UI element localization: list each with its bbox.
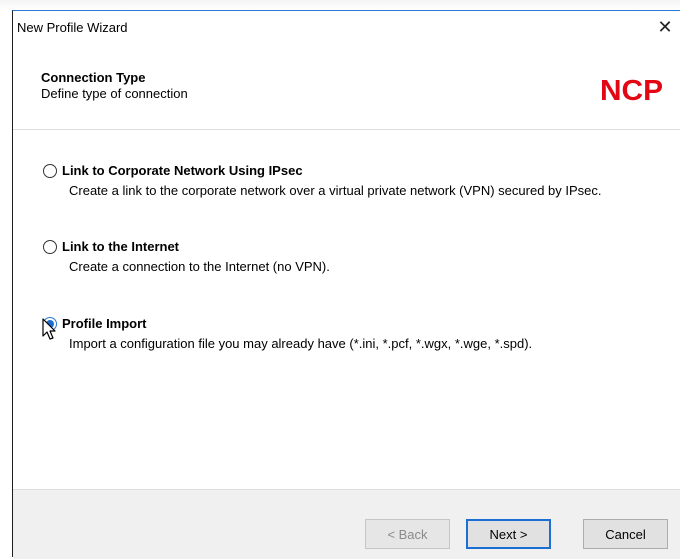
close-button[interactable]: ✕ (650, 11, 680, 43)
page-subtitle: Define type of connection (41, 86, 188, 101)
radio-corporate-network[interactable] (43, 164, 57, 178)
next-button[interactable]: Next > (466, 519, 551, 549)
option-description: Create a connection to the Internet (no … (69, 259, 330, 274)
close-icon: ✕ (657, 16, 673, 37)
logo-text: NCP (600, 75, 663, 103)
option-description: Create a link to the corporate network o… (69, 183, 602, 198)
wizard-header: Connection Type Define type of connectio… (13, 43, 680, 130)
option-label[interactable]: Link to Corporate Network Using IPsec (62, 163, 303, 178)
option-label[interactable]: Profile Import (62, 316, 147, 331)
window-title: New Profile Wizard (17, 20, 128, 35)
cancel-button[interactable]: Cancel (583, 519, 668, 549)
title-bar: New Profile Wizard ✕ (13, 11, 680, 43)
options-panel: Link to Corporate Network Using IPsec Cr… (13, 130, 680, 489)
mouse-cursor-icon (42, 318, 56, 340)
back-button[interactable]: < Back (365, 519, 450, 549)
option-description: Import a configuration file you may alre… (69, 336, 533, 351)
option-label[interactable]: Link to the Internet (62, 239, 179, 254)
page-title: Connection Type (41, 70, 146, 85)
radio-internet[interactable] (43, 240, 57, 254)
wizard-footer: < Back Next > Cancel (13, 489, 680, 559)
wizard-dialog: New Profile Wizard ✕ Connection Type Def… (12, 10, 680, 559)
background-window-strip (0, 0, 680, 10)
ncp-logo: NCP (600, 75, 663, 103)
